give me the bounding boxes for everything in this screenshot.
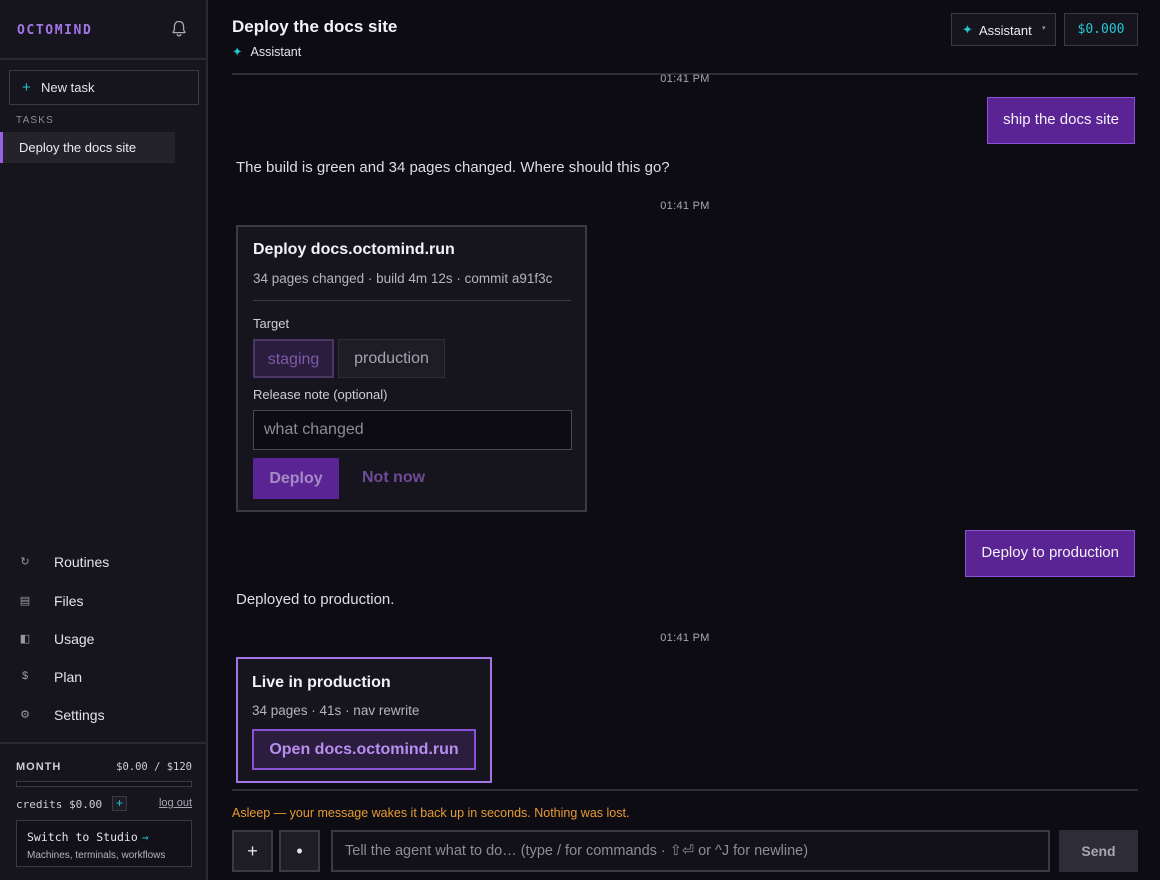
live-card-title: Live in production [252,674,391,691]
assistant-message: The build is green and 34 pages changed.… [236,159,670,176]
files-icon: ▤ [19,595,31,607]
divider [253,300,571,301]
sidebar-item-label: Routines [54,554,110,570]
deploy-card-meta: 34 pages changed · build 4m 12s · commit… [253,271,553,286]
sidebar: OCTOMIND + New task TASKS Deploy the doc… [0,0,208,880]
month-value: $0.00 / $120 [116,761,192,773]
new-task-button[interactable]: + New task [9,70,199,105]
sidebar-item-usage[interactable]: ◧ Usage [0,625,208,655]
page-subtitle: ✦ Assistant [232,44,301,59]
deploy-card: Deploy docs.octomind.run 34 pages change… [236,225,587,512]
tasks-heading: TASKS [16,115,55,126]
task-item-label: Deploy the docs site [19,140,137,155]
gear-icon: ⚙ [20,709,30,721]
subtitle-label: Assistant [250,45,302,59]
live-card-meta: 34 pages · 41s · nav rewrite [252,703,420,718]
sidebar-item-plan[interactable]: $ Plan [0,663,208,693]
not-now-button[interactable]: Not now [362,469,425,487]
brand-row: OCTOMIND [0,0,208,60]
arrow-right-icon: → [141,830,149,844]
prompt-input[interactable]: Tell the agent what to do… (type / for c… [331,830,1050,872]
month-label: MONTH [16,761,62,773]
open-site-button[interactable]: Open docs.octomind.run [252,729,476,770]
target-option-staging[interactable]: staging [253,339,334,378]
timestamp: 01:41 PM [660,73,710,85]
send-button[interactable]: Send [1059,830,1138,872]
studio-subtitle: Machines, terminals, workflows [27,850,166,861]
model-selector-label: Assistant [979,23,1032,38]
refresh-icon: ↻ [20,556,30,568]
month-progress-bar [16,781,192,787]
footer-divider [232,789,1138,791]
timestamp: 01:41 PM [660,200,710,212]
user-message: ship the docs site [987,97,1135,144]
brand-logo: OCTOMIND [17,23,93,38]
sidebar-item-settings[interactable]: ⚙ Settings [0,701,208,731]
sidebar-item-label: Usage [54,631,95,647]
cost-badge: $0.000 [1064,13,1138,46]
main-panel: Deploy the docs site ✦ Assistant ✦ Assist… [210,0,1160,880]
asleep-notice: Asleep — your message wakes it back up i… [232,806,630,820]
sidebar-item-routines[interactable]: ↻ Routines [0,548,208,578]
switch-to-studio-button[interactable]: Switch to Studio → Machines, terminals, w… [16,820,192,867]
new-task-label: New task [41,80,95,95]
sidebar-item-label: Files [54,593,84,609]
attach-button[interactable]: + [232,830,273,872]
sparkle-icon: ✦ [232,45,243,59]
release-note-label: Release note (optional) [253,387,388,402]
sidebar-item-label: Settings [54,707,105,723]
sidebar-item-files[interactable]: ▤ Files [0,587,208,617]
deploy-card-title: Deploy docs.octomind.run [253,241,455,258]
usage-icon: ◧ [19,633,31,645]
assistant-message: Deployed to production. [236,591,395,608]
deploy-button[interactable]: Deploy [253,458,339,499]
page-title: Deploy the docs site [232,17,398,36]
options-button[interactable]: • [279,830,320,872]
sidebar-item-label: Plan [54,669,83,685]
model-selector-button[interactable]: ✦ Assistant ▾ [951,13,1056,46]
credits-value: credits $0.00 [16,798,103,811]
bell-icon[interactable] [170,19,188,39]
task-item-deploy-docs[interactable]: Deploy the docs site [0,132,175,163]
chevron-down-icon: ▾ [1042,25,1046,32]
add-credits-button[interactable]: + [112,796,127,811]
target-label: Target [253,316,290,331]
dollar-icon: $ [21,670,29,682]
plus-icon: + [22,79,31,96]
release-note-input[interactable]: what changed [253,410,572,450]
studio-title: Switch to Studio → [27,830,149,844]
timestamp: 01:41 PM [660,632,710,644]
logout-link[interactable]: log out [159,797,192,809]
sparkle-icon: ✦ [962,22,973,37]
target-option-production[interactable]: production [338,339,445,378]
user-message: Deploy to production [965,530,1135,577]
usage-summary: MONTH $0.00 / $120 credits $0.00 + log o… [0,742,208,880]
live-card: Live in production 34 pages · 41s · nav … [236,657,492,783]
